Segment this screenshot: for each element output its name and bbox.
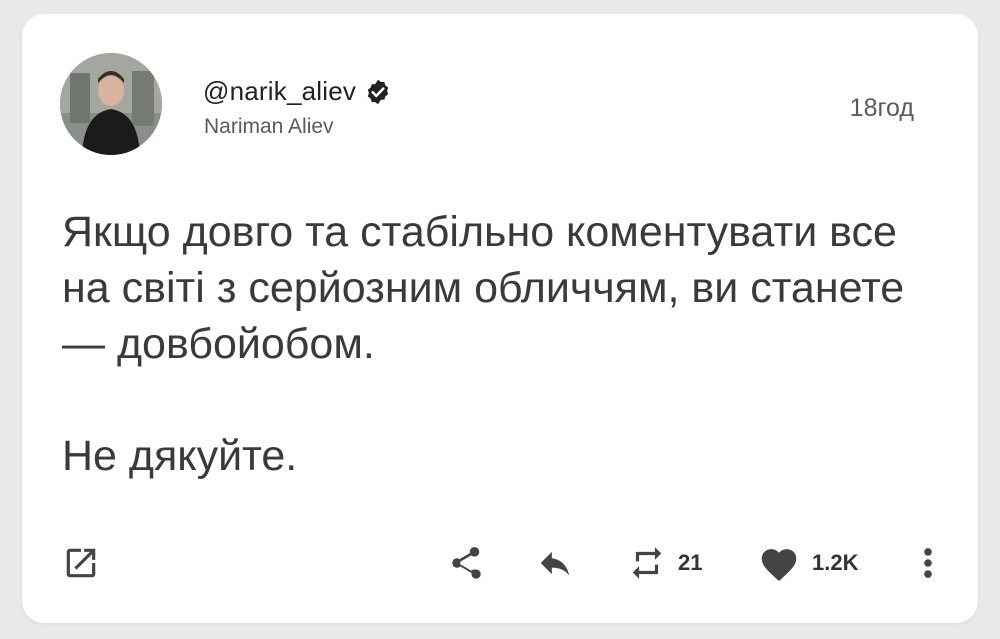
retweet-button[interactable]: 21	[628, 544, 702, 582]
action-bar: 21 1.2K	[22, 534, 978, 590]
reply-button[interactable]	[536, 544, 574, 582]
verified-badge-icon	[367, 79, 389, 104]
share-icon	[452, 547, 481, 579]
post-timestamp: 18год	[849, 94, 914, 122]
reply-icon	[540, 551, 570, 576]
more-vertical-icon	[924, 548, 932, 578]
open-button[interactable]	[62, 544, 100, 582]
tweet-card: @narik_aliev Nariman Aliev 18год Якщо до…	[22, 14, 978, 623]
avatar[interactable]	[60, 53, 162, 155]
post-paragraph: Якщо довго та стабільно коментувати все …	[62, 208, 905, 368]
like-button[interactable]: 1.2K	[758, 544, 858, 582]
post-body: Якщо довго та стабільно коментувати все …	[62, 204, 942, 484]
heart-icon	[761, 549, 797, 581]
open-external-icon	[66, 548, 96, 578]
post-paragraph: Не дякуйте.	[62, 432, 298, 480]
like-count: 1.2K	[812, 550, 859, 575]
author-display-name: Nariman Aliev	[204, 115, 334, 138]
retweet-icon	[632, 547, 662, 579]
retweet-count: 21	[678, 550, 703, 575]
author-handle-row[interactable]: @narik_aliev	[203, 76, 392, 107]
share-button[interactable]	[446, 544, 484, 582]
more-options-button[interactable]	[918, 544, 938, 582]
author-handle[interactable]: @narik_aliev	[203, 76, 356, 107]
